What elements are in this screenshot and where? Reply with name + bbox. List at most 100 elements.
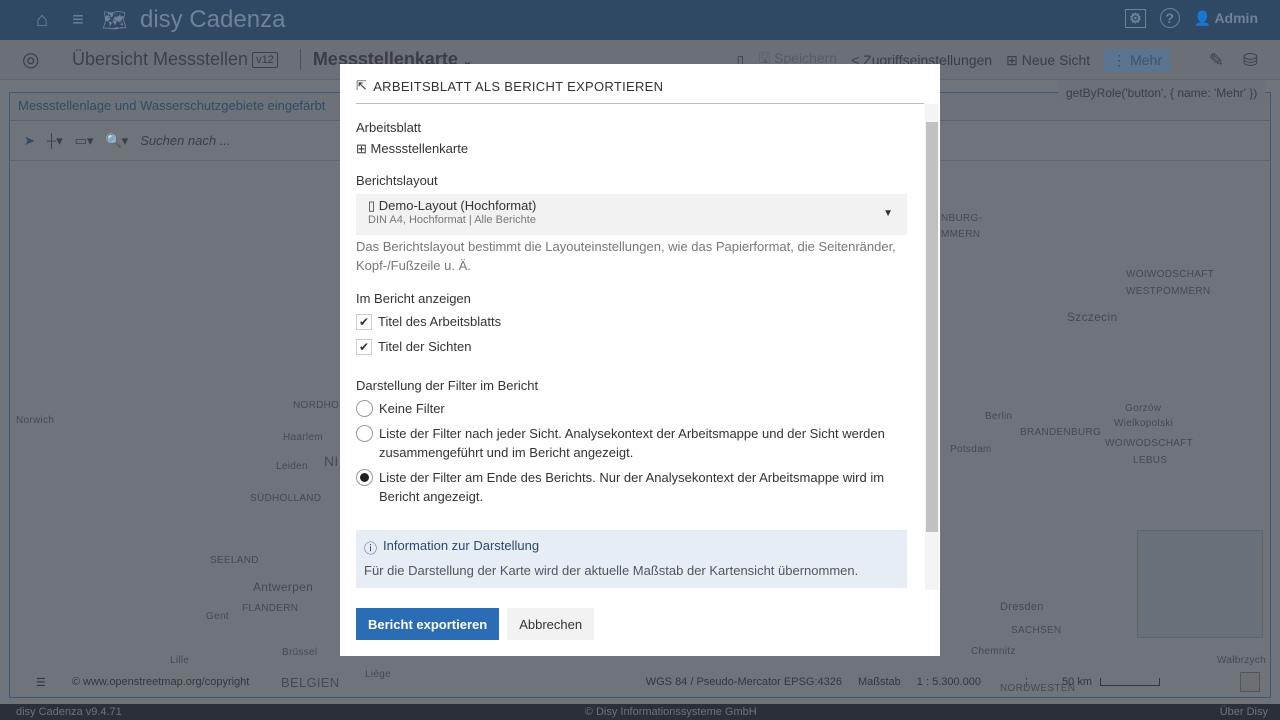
map-label: Wałbrzych [1217, 655, 1267, 666]
map-label: LEBUS [1133, 455, 1168, 466]
radio[interactable] [356, 425, 373, 442]
export-icon: ⇱ [356, 78, 368, 93]
map-label: Leiden [276, 461, 308, 472]
radio-label: Liste der Filter nach jeder Sicht. Analy… [379, 426, 885, 460]
database-icon[interactable]: ⛁ [1243, 50, 1258, 71]
sheet-value: Messstellenkarte [370, 141, 469, 156]
show-label: Im Bericht anzeigen [356, 291, 471, 306]
overview-minimap[interactable] [1137, 530, 1263, 638]
version-label: disy Cadenza v9.4.71 [16, 706, 122, 718]
user-name: Admin [1214, 9, 1258, 26]
checkbox-view-titles[interactable]: ✔ Titel der Sichten [356, 337, 907, 356]
settings-icon[interactable]: ⚙ [1125, 8, 1146, 28]
map-status-bar: ☰ © www.openstreetmap.org/copyright WGS … [10, 667, 1270, 697]
info-title: Information zur Darstellung [383, 538, 540, 553]
map-label: NORDHOL [293, 400, 346, 411]
scale-bar [1100, 678, 1160, 686]
map-label: Lille [170, 655, 190, 666]
cancel-button[interactable]: Abbrechen [507, 608, 595, 640]
map-label: Antwerpen [253, 580, 314, 594]
map-label: Gorzów [1125, 403, 1162, 414]
user-icon: 👤 [1193, 9, 1212, 26]
info-text: Für die Darstellung der Karte wird der a… [364, 563, 859, 578]
map-label: Berlin [985, 411, 1013, 422]
divider [356, 103, 924, 104]
map-label: SEELAND [210, 555, 259, 566]
layout-format: DIN A4, Hochformat [368, 214, 466, 226]
legend-icon[interactable]: ☰ [36, 676, 46, 689]
scale-bar-label: 50 km [1062, 676, 1092, 688]
dialog-body: Arbeitsblatt ⊞ Messstellenkarte Berichts… [356, 120, 907, 590]
select-tool-icon[interactable]: ➤ [24, 133, 35, 149]
dialog-title: ARBEITSBLATT ALS BERICHT EXPORTIEREN [373, 78, 664, 94]
user-menu[interactable]: 👤 Admin [1194, 10, 1258, 27]
checkbox[interactable]: ✔ [356, 314, 372, 330]
map-label: Gent [206, 611, 229, 622]
map-label: Haarlem [283, 432, 323, 443]
scrollbar-thumb[interactable] [926, 122, 938, 532]
workbook-title: Übersicht Messstellen [72, 49, 249, 69]
more-vert-icon[interactable]: ⋮ [1021, 676, 1032, 689]
crosshair-tool-icon[interactable]: ┼▾ [47, 133, 63, 149]
map-label: SÜDHOLLAND [250, 493, 322, 504]
copyright-label: © Disy Informationssysteme GmbH [584, 706, 757, 718]
map-label: FLANDERN [242, 603, 299, 614]
sheet-icon: ⊞ [356, 141, 367, 156]
export-report-dialog: ⇱ ARBEITSBLATT ALS BERICHT EXPORTIEREN Ar… [340, 64, 940, 656]
layout-label: Berichtslayout [356, 173, 438, 188]
help-icon[interactable]: ? [1159, 8, 1180, 28]
footer: disy Cadenza v9.4.71 © Disy Informations… [0, 704, 1280, 720]
map-label: BRANDENBURG [1020, 427, 1102, 438]
version-badge: v12 [252, 51, 278, 68]
workbook-icon[interactable]: ◎ [22, 47, 39, 72]
search-icon[interactable]: 🔍▾ [105, 133, 128, 149]
edit-sheet-icon[interactable]: ✎ [1209, 50, 1224, 71]
checkbox[interactable]: ✔ [356, 339, 372, 355]
checkbox-sheet-title[interactable]: ✔ Titel des Arbeitsblatts [356, 312, 907, 331]
map-label: Brüssel [282, 647, 318, 658]
radio[interactable] [356, 469, 373, 486]
ruler-tool-icon[interactable]: ▭▾ [75, 133, 94, 149]
top-bar: ⌂ ≡ 🗺 disy Cadenza ⚙ ? 👤 Admin [0, 0, 1280, 40]
tooltip: getByRole('button', { name: 'Mehr' }) [1058, 80, 1266, 106]
map-label: NI [324, 453, 339, 469]
export-report-button[interactable]: Bericht exportieren [356, 608, 500, 640]
sheet-label: Arbeitsblatt [356, 120, 422, 135]
radio[interactable] [356, 400, 373, 417]
layout-select[interactable]: ▯ Demo-Layout (Hochformat) DIN A4, Hochf… [356, 194, 907, 235]
crs-label[interactable]: WGS 84 / Pseudo-Mercator EPSG:4326 [646, 676, 842, 688]
menu-icon[interactable]: ≡ [66, 9, 90, 32]
map-icon[interactable]: 🗺 [102, 8, 127, 33]
home-icon[interactable]: ⌂ [30, 9, 54, 32]
new-view-button[interactable]: ⊞ Neue Sicht [1006, 52, 1090, 69]
map-search-input[interactable]: Suchen nach ... [140, 133, 230, 148]
radio-filter-per-view[interactable]: Liste der Filter nach jeder Sicht. Analy… [356, 424, 907, 462]
info-icon: ⓘ [364, 541, 378, 556]
radio-filter-at-end[interactable]: Liste der Filter am Ende des Berichts. N… [356, 468, 907, 506]
map-label: MMERN [941, 229, 981, 240]
map-copyright[interactable]: © www.openstreetmap.org/copyright [72, 676, 249, 688]
minimap-toggle-icon[interactable] [1240, 672, 1260, 692]
scrollbar[interactable] [925, 104, 939, 590]
checkbox-label: Titel des Arbeitsblatts [378, 314, 502, 329]
app-title: disy Cadenza [140, 6, 286, 33]
map-label: Norwich [16, 415, 55, 426]
map-label: Wielkopolski [1114, 418, 1174, 429]
map-label: Chemnitz [971, 646, 1016, 657]
scale-value[interactable]: 1 : 5.300.000 [917, 676, 981, 688]
caret-down-icon: ▼ [883, 208, 893, 219]
more-button[interactable]: ⋮ Mehr [1104, 48, 1170, 72]
scale-label: Maßstab [858, 676, 901, 688]
new-view-label: Neue Sicht [1021, 51, 1091, 68]
map-label: WOIWODSCHAFT [1105, 438, 1194, 449]
filter-label: Darstellung der Filter im Bericht [356, 378, 539, 393]
layout-value: Demo-Layout (Hochformat) [378, 198, 537, 213]
map-label: Szczecin [1067, 310, 1118, 324]
about-link[interactable]: Über Disy [1220, 706, 1268, 718]
layout-scope: Alle Berichte [474, 214, 536, 226]
map-label: WESTPOMMERN [1126, 286, 1211, 297]
radio-no-filter[interactable]: Keine Filter [356, 399, 907, 418]
map-label: Potsdam [950, 444, 992, 455]
more-label: Mehr [1130, 51, 1162, 68]
checkbox-label: Titel der Sichten [378, 339, 472, 354]
